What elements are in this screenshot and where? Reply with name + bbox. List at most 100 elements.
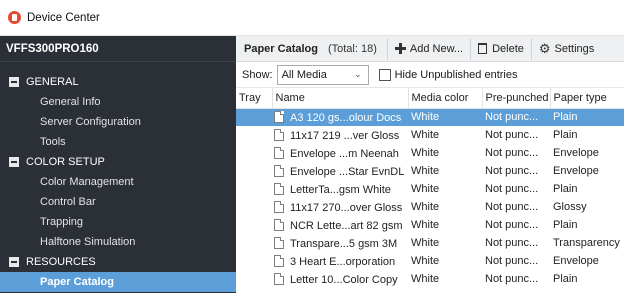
document-icon [274, 182, 284, 195]
paper-name: 3 Heart E...orporation [290, 255, 396, 268]
table-row[interactable]: 11x17 270...over Gloss White Not punc... Gl… [236, 198, 624, 216]
hide-unpublished-checkbox[interactable] [378, 68, 391, 81]
paper-type-cell: Envelope [553, 147, 599, 159]
paper-table: Tray Name Media color Pre-punched Paper … [236, 88, 624, 288]
table-row[interactable]: Letter 10...Color Copy White Not punc... Pl… [236, 270, 624, 288]
pre-punched-cell: Not punc... [485, 147, 539, 159]
column-header-tray[interactable]: Tray [236, 88, 273, 109]
table-row[interactable]: 11x17 219 ...ver Gloss White Not punc... Pl… [236, 126, 624, 144]
paper-type-cell: Plain [553, 129, 578, 141]
delete-label: Delete [492, 42, 524, 55]
tray-cell: 11x17 219 ...ver Gloss [236, 126, 408, 144]
sidebar-item-tools[interactable]: Tools [0, 132, 236, 152]
paper-name: Letter 10...Color Copy [290, 273, 398, 286]
sidebar-item-paper-catalog[interactable]: Paper Catalog [0, 272, 236, 292]
column-header-media-color[interactable]: Media color [408, 88, 483, 109]
media-color-cell: White [411, 237, 440, 249]
table-row[interactable]: LetterTa...gsm White White Not punc... Plai… [236, 180, 624, 198]
paper-name: A3 120 gs...olour Docs [290, 111, 402, 124]
collapse-icon[interactable] [9, 257, 19, 267]
toolbar: Paper Catalog (Total: 18) Add New... Del… [236, 36, 624, 62]
add-new-button[interactable]: Add New... [386, 37, 470, 60]
settings-button[interactable]: ⚙ Settings [530, 37, 601, 60]
app-icon [8, 11, 21, 24]
media-filter-select[interactable]: All Media ⌄ [276, 64, 369, 85]
server-name[interactable]: VFFS300PRO160 [0, 36, 236, 62]
media-color-cell: White [408, 108, 482, 126]
settings-label: Settings [554, 42, 595, 55]
trash-icon [478, 43, 488, 54]
paper-name: Transpare...5 gsm 3M [290, 237, 398, 250]
delete-button[interactable]: Delete [470, 37, 531, 60]
total-count: (Total: 18) [327, 42, 377, 55]
media-color-cell: White [411, 255, 440, 267]
tray-cell: 3 Heart E...orporation [236, 252, 408, 270]
tray-cell: LetterTa...gsm White [236, 180, 408, 198]
document-icon [274, 236, 284, 249]
pre-punched-cell: Not punc... [485, 237, 539, 249]
paper-type-cell: Envelope [553, 255, 599, 267]
table-row[interactable]: NCR Lette...art 82 gsm White Not punc... Pl… [236, 216, 624, 234]
filter-bar: Show: All Media ⌄ Hide Unpublished entri… [236, 62, 624, 88]
section-resources[interactable]: RESOURCES [0, 252, 236, 272]
document-icon [274, 200, 284, 213]
collapse-icon[interactable] [9, 77, 19, 87]
collapse-icon[interactable] [9, 157, 19, 167]
pre-punched-cell: Not punc... [485, 165, 539, 177]
section-color-setup[interactable]: COLOR SETUP [0, 152, 236, 172]
media-color-cell: White [411, 183, 440, 195]
paper-name: Envelope ...m Neenah [290, 147, 399, 160]
paper-name: LetterTa...gsm White [290, 183, 391, 196]
sidebar-item-general-info[interactable]: General Info [0, 92, 236, 112]
media-color-cell: White [411, 165, 440, 177]
tray-cell: NCR Lette...art 82 gsm [236, 216, 408, 234]
table-row[interactable]: 3 Heart E...orporation White Not punc... En… [236, 252, 624, 270]
section-label: RESOURCES [26, 256, 96, 268]
section-label: COLOR SETUP [26, 156, 105, 168]
media-color-cell: White [411, 129, 440, 141]
table-row[interactable]: Transpare...5 gsm 3M White Not punc... Tran… [236, 234, 624, 252]
tray-cell: 11x17 270...over Gloss [236, 198, 408, 216]
table-row[interactable]: A3 120 gs...olour Docs White Not punc... Pl… [236, 108, 624, 126]
paper-name: 11x17 270...over Gloss [290, 201, 403, 214]
document-icon [274, 272, 284, 285]
media-color-cell: White [411, 201, 440, 213]
section-general[interactable]: GENERAL [0, 72, 236, 92]
document-icon [274, 128, 284, 141]
sidebar-item-server-configuration[interactable]: Server Configuration [0, 112, 236, 132]
sidebar-item-control-bar[interactable]: Control Bar [0, 192, 236, 212]
column-header-name[interactable]: Name [272, 88, 409, 109]
page-title: Paper Catalog [244, 42, 318, 55]
pre-punched-cell: Not punc... [482, 108, 550, 126]
paper-type-cell: Glossy [553, 201, 587, 213]
sidebar-item-color-management[interactable]: Color Management [0, 172, 236, 192]
pre-punched-cell: Not punc... [485, 129, 539, 141]
pre-punched-cell: Not punc... [485, 183, 539, 195]
tray-cell: Envelope ...m Neenah [236, 144, 408, 162]
gear-icon: ⚙ [538, 41, 551, 56]
pre-punched-cell: Not punc... [485, 273, 539, 285]
column-header-paper-type[interactable]: Paper type [550, 88, 624, 109]
paper-name: Envelope ...Star EvnDL [290, 165, 405, 178]
table-row[interactable]: Envelope ...m Neenah White Not punc... Enve… [236, 144, 624, 162]
document-icon [274, 254, 284, 267]
table-row[interactable]: Envelope ...Star EvnDL White Not punc... En… [236, 162, 624, 180]
chevron-down-icon: ⌄ [354, 69, 362, 79]
document-icon [274, 164, 284, 177]
document-icon [274, 146, 284, 159]
paper-type-cell: Transparency [553, 237, 620, 249]
hide-unpublished-label[interactable]: Hide Unpublished entries [395, 69, 518, 81]
paper-name: NCR Lette...art 82 gsm [290, 219, 403, 232]
add-new-label: Add New... [409, 42, 464, 55]
paper-type-cell: Envelope [553, 165, 599, 177]
sidebar-item-halftone-simulation[interactable]: Halftone Simulation [0, 232, 236, 252]
media-color-cell: White [411, 273, 440, 285]
sidebar-item-trapping[interactable]: Trapping [0, 212, 236, 232]
document-icon [274, 218, 284, 231]
column-header-pre-punched[interactable]: Pre-punched [482, 88, 551, 109]
document-icon [274, 110, 284, 123]
media-color-cell: White [411, 219, 440, 231]
plus-icon [394, 43, 406, 54]
paper-type-cell: Plain [553, 273, 578, 285]
pre-punched-cell: Not punc... [485, 255, 539, 267]
